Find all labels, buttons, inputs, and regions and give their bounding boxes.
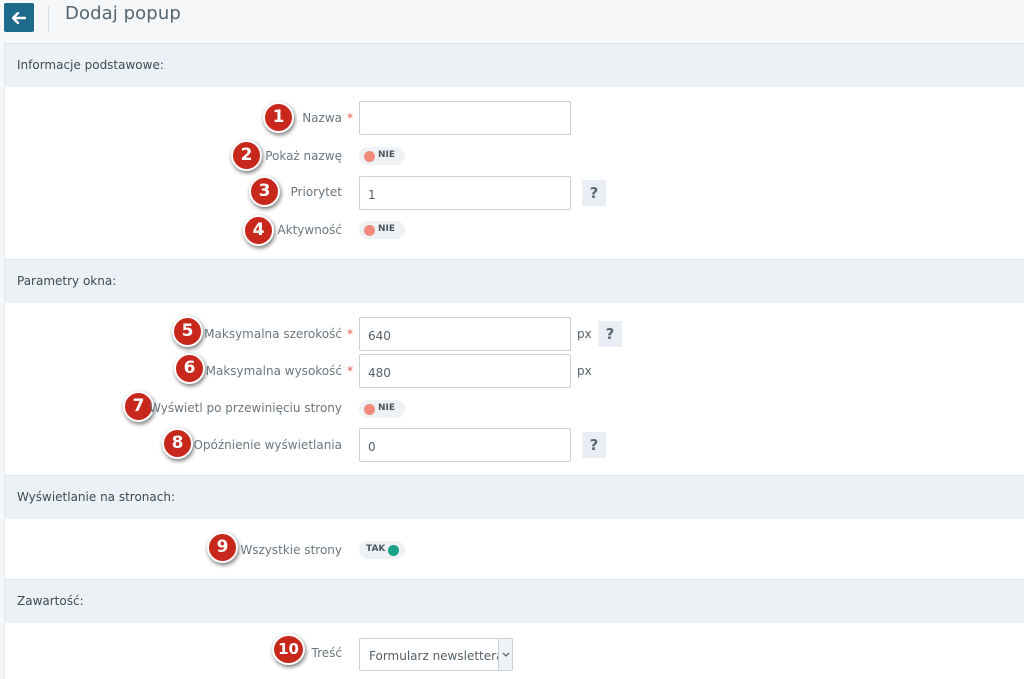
section-basic-header: Informacje podstawowe:: [5, 43, 1024, 87]
toggle-state: NIE: [378, 403, 396, 413]
section-title: Informacje podstawowe:: [17, 58, 164, 72]
callout-10: 10: [272, 634, 305, 665]
title-divider: [48, 6, 49, 32]
required-marker: *: [347, 327, 353, 341]
body-select-value: Formularz newslettera: [369, 649, 504, 663]
active-toggle[interactable]: NIE: [359, 221, 405, 239]
display-delay-label: Opóźnienie wyświetlania: [193, 438, 342, 452]
name-input[interactable]: [359, 101, 571, 135]
all-pages-label: Wszystkie strony: [240, 543, 342, 557]
max-height-unit: px: [577, 364, 592, 378]
priority-label: Priorytet: [290, 185, 342, 199]
toggle-knob: [364, 404, 375, 415]
max-width-unit: px: [577, 327, 592, 341]
callout-6: 6: [174, 353, 205, 384]
top-bar: Dodaj popup: [0, 0, 1024, 42]
display-delay-help-button[interactable]: ?: [582, 432, 606, 458]
display-delay-input[interactable]: 0: [359, 428, 571, 462]
active-label: Aktywność: [277, 223, 342, 237]
callout-4: 4: [243, 215, 274, 246]
show-name-toggle[interactable]: NIE: [359, 147, 405, 165]
required-marker: *: [347, 111, 353, 125]
toggle-knob: [364, 225, 375, 236]
section-content-header: Zawartość:: [5, 579, 1024, 623]
show-on-scroll-toggle[interactable]: NIE: [359, 400, 405, 418]
max-height-label: Maksymalna wysokość: [205, 364, 342, 378]
show-name-label: Pokaż nazwę: [265, 149, 342, 163]
toggle-state: TAK: [366, 544, 386, 554]
show-on-scroll-label: Wyświetl po przewinięciu strony: [149, 401, 342, 415]
body-label: Treść: [311, 646, 342, 660]
callout-2: 2: [231, 140, 262, 171]
max-width-input[interactable]: 640: [359, 317, 571, 351]
back-button[interactable]: [4, 3, 34, 32]
callout-8: 8: [162, 428, 193, 459]
section-title: Zawartość:: [17, 594, 84, 608]
toggle-knob: [388, 545, 399, 556]
select-arrow: [498, 639, 512, 670]
arrow-left-icon: [12, 11, 26, 24]
section-title: Parametry okna:: [17, 274, 117, 288]
section-title: Wyświetlanie na stronach:: [17, 490, 176, 504]
max-width-help-button[interactable]: ?: [598, 321, 622, 347]
name-label: Nazwa: [302, 111, 342, 125]
all-pages-toggle[interactable]: TAK: [359, 541, 405, 559]
toggle-state: NIE: [378, 150, 396, 160]
section-pages-header: Wyświetlanie na stronach:: [5, 475, 1024, 519]
section-window-header: Parametry okna:: [5, 259, 1024, 303]
callout-3: 3: [249, 176, 280, 207]
required-marker: *: [347, 364, 353, 378]
chevron-down-icon: [502, 652, 510, 657]
toggle-knob: [364, 151, 375, 162]
page-title: Dodaj popup: [65, 3, 181, 24]
callout-5: 5: [172, 316, 203, 347]
max-width-label: Maksymalna szerokość: [204, 327, 342, 341]
priority-help-button[interactable]: ?: [582, 180, 606, 206]
callout-1: 1: [263, 102, 294, 133]
toggle-state: NIE: [378, 224, 396, 234]
priority-input[interactable]: 1: [359, 176, 571, 210]
max-height-input[interactable]: 480: [359, 354, 571, 388]
body-select[interactable]: Formularz newslettera: [359, 638, 513, 671]
callout-9: 9: [207, 532, 238, 563]
